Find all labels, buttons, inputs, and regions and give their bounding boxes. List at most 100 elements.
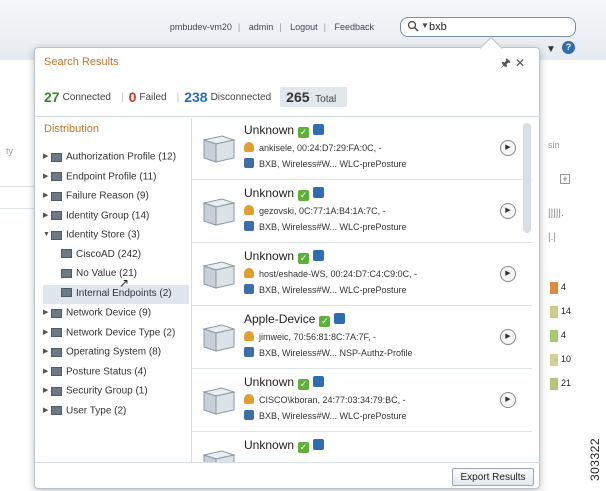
view-details-play-icon[interactable]: ▶ [500,203,516,219]
expand-arrow-icon[interactable]: ▶ [43,363,51,381]
folder-icon [51,367,62,376]
tree-category-item[interactable]: ▶ Endpoint Profile (11) [43,168,189,188]
total-label: Total [315,94,337,105]
folder-icon [51,406,62,415]
user-icon [244,268,254,278]
endpoint-profile-title[interactable]: Unknown [244,375,294,389]
expand-arrow-icon[interactable]: ▶ [43,382,51,400]
network-device-icon [244,284,254,294]
view-details-play-icon[interactable]: ▶ [500,329,516,345]
result-card[interactable]: Apple-Device ✓ jimweic, 70:56:81:8C:7A:7F,… [192,307,532,369]
expand-arrow-icon[interactable]: ▶ [43,343,51,361]
background-bar-value: 21 [561,378,572,388]
total-badge[interactable]: 265 Total [280,87,348,107]
endpoint-device-icon [202,195,236,227]
posture-ok-icon: ✓ [298,379,310,390]
tree-child-item[interactable]: Internal Endpoints (2) [43,284,189,304]
export-results-button[interactable]: Export Results [452,468,534,486]
folder-icon [51,347,62,357]
search-results-popup: Search Results 🖈 ✕ 27 Connected | 0 Faile… [34,36,541,489]
network-device-icon [244,221,254,231]
settings-chevron-icon[interactable]: ▼ [546,44,556,55]
tree-child-item[interactable]: CiscoAD (242) [43,246,189,266]
background-column-label: ty [6,146,14,156]
endpoint-profile-title[interactable]: Unknown [244,438,294,452]
admin-link[interactable]: admin [249,22,274,32]
section-divider [35,116,541,117]
result-card[interactable]: Unknown ✓ [192,433,532,462]
endpoint-network-text: BXB, Wireless#W... WLC-prePosture [259,411,407,421]
result-card[interactable]: Unknown ✓ CISCO\kboran, 24:77:03:34:79:BC,… [192,370,532,432]
feedback-link[interactable]: Feedback [334,22,374,32]
connected-label: Connected [62,91,111,103]
expand-arrow-icon[interactable]: ▶ [43,187,51,205]
expand-arrow-icon[interactable]: ▶ [43,168,51,186]
result-card[interactable]: Unknown ✓ gezovski, 0C:77:1A:B4:1A:7C, - BX… [192,181,532,243]
endpoint-profile-title[interactable]: Unknown [244,249,294,263]
expand-arrow-icon[interactable]: ▶ [43,402,51,420]
folder-icon [51,308,62,318]
total-count: 265 [286,89,310,105]
endpoint-device-icon [202,447,236,462]
pin-icon[interactable]: 🖈 [500,56,511,70]
folder-icon [51,191,62,201]
results-scrollbar[interactable] [523,123,531,233]
endpoint-profile-title[interactable]: Unknown [244,123,294,137]
endpoint-profile-title[interactable]: Apple-Device [244,312,315,326]
view-details-play-icon[interactable]: ▶ [500,392,516,408]
search-icon[interactable] [407,20,419,35]
tree-child-item[interactable]: No Value (21) [43,265,189,285]
tree-category-item[interactable]: ▶ User Type (2) [43,402,189,422]
view-details-play-icon[interactable]: ▶ [500,266,516,282]
global-search-box[interactable]: ▼ [400,17,576,37]
tree-item-label: Network Device Type (2) [66,327,176,339]
network-status-icon [313,187,325,198]
background-bar [550,282,558,294]
endpoint-device-icon [202,384,236,416]
view-details-play-icon[interactable]: ▶ [500,140,516,156]
tree-category-item[interactable]: ▶ Network Device Type (2) [43,324,189,344]
help-icon[interactable]: ? [562,41,575,54]
figure-code: 303322 [588,437,602,481]
background-bar-value: 4 [561,282,567,292]
tree-category-item[interactable]: ▶ Security Group (1) [43,382,189,402]
tree-category-item[interactable]: ▶ Operating System (8) [43,343,189,363]
results-summary: 27 Connected | 0 Failed | 238 Disconnect… [44,86,348,108]
collapse-arrow-icon[interactable]: ▼ [43,226,51,244]
endpoint-profile-title[interactable]: Unknown [244,186,294,200]
distribution-header: Distribution [44,123,100,135]
result-card[interactable]: Unknown ✓ ankisele, 00:24:D7:29:FA:0C, - BX… [192,118,532,180]
background-bar-value: 14 [561,306,572,316]
network-device-icon [244,347,254,357]
background-bar [550,330,558,342]
expand-arrow-icon[interactable]: ▶ [43,324,51,342]
network-status-icon [313,376,325,387]
tree-category-item[interactable]: ▶ Authorization Profile (12) [43,148,189,168]
tree-category-item[interactable]: ▶ Failure Reason (9) [43,187,189,207]
result-card[interactable]: Unknown ✓ host/eshade-WS, 00:24:D7:C4:C9:0… [192,244,532,306]
background-column-label: sin [548,140,560,150]
user-icon [244,331,254,341]
connected-count: 27 [44,89,60,105]
expand-arrow-icon[interactable]: ▶ [43,304,51,322]
search-options-chevron-icon[interactable]: ▼ [421,21,429,30]
folder-icon [61,288,72,298]
tree-category-item[interactable]: ▶ Identity Group (14) [43,207,189,227]
global-search-input[interactable] [429,20,569,34]
network-device-icon [244,158,254,168]
logout-link[interactable]: Logout [290,22,318,32]
tree-item-label: Security Group (1) [66,385,148,397]
header-links: pmbudev-vm20 | admin | Logout | Feedback [169,22,374,32]
tree-category-item[interactable]: ▶ Network Device (9) [43,304,189,324]
tree-category-item[interactable]: ▶ Posture Status (4) [43,363,189,383]
disconnected-label: Disconnected [210,91,272,103]
background-dashboard-column: sin + |||||. |.| 4 14 4 10 21 [540,60,606,491]
user-host-label: pmbudev-vm20 [169,22,232,32]
expand-arrow-icon[interactable]: ▶ [43,148,51,166]
endpoint-device-icon [202,321,236,353]
tree-item-label: Network Device (9) [66,307,152,319]
expand-arrow-icon[interactable]: ▶ [43,207,51,225]
close-icon[interactable]: ✕ [515,56,525,70]
tree-category-item[interactable]: ▼ Identity Store (3) [43,226,189,246]
expand-icon[interactable]: + [560,174,570,184]
